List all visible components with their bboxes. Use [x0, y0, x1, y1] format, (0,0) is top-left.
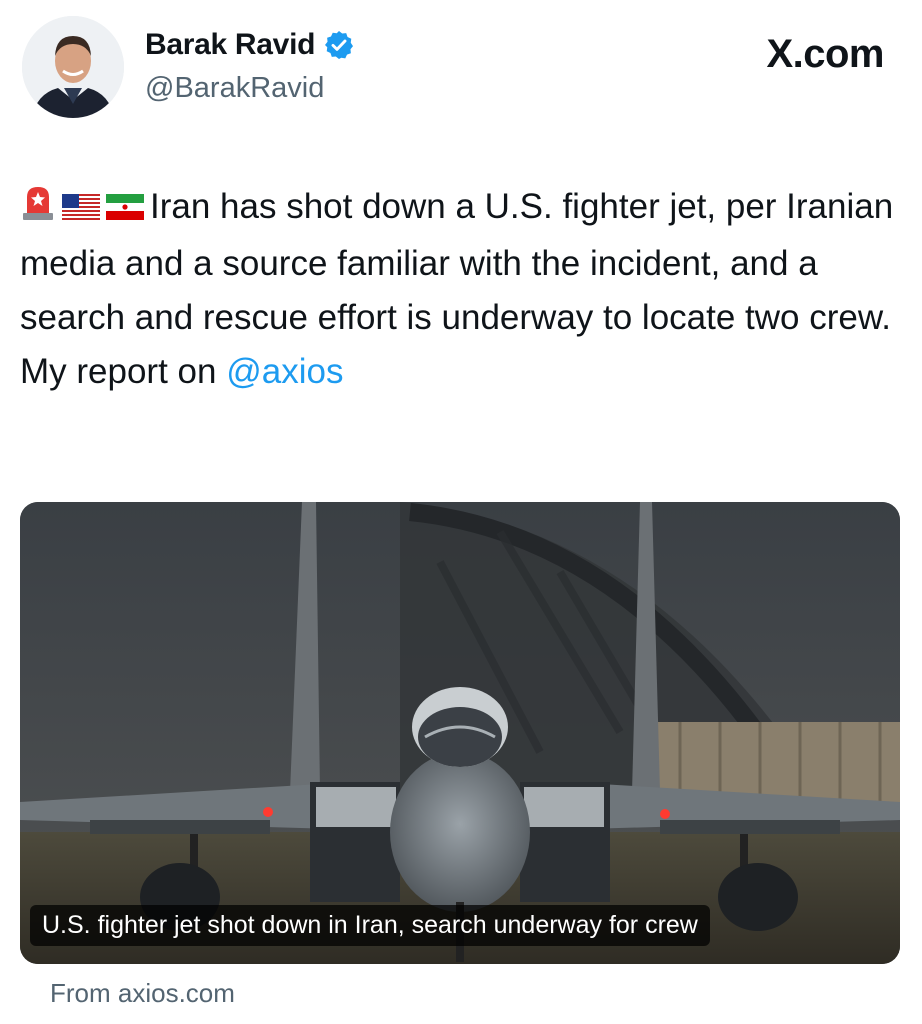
- card-source[interactable]: From axios.com: [50, 978, 235, 1009]
- tweet-header: Barak Ravid @BarakRavid X.com: [0, 0, 922, 130]
- tweet-body: Iran has shot down a U.S. fighter jet, p…: [20, 187, 894, 391]
- link-preview-card[interactable]: U.S. fighter jet shot down in Iran, sear…: [20, 502, 900, 964]
- iran-flag-icon: [106, 182, 144, 236]
- mention-link[interactable]: @axios: [226, 352, 343, 391]
- fighter-jet-photo: [20, 502, 900, 964]
- card-caption: U.S. fighter jet shot down in Iran, sear…: [30, 905, 710, 946]
- tweet-text: Iran has shot down a U.S. fighter jet, p…: [20, 180, 900, 399]
- rotating-light-icon: [20, 181, 56, 237]
- profile-photo-icon: [22, 16, 124, 118]
- author-name-row: Barak Ravid: [145, 28, 355, 62]
- verified-badge-icon: [323, 29, 355, 61]
- author-handle[interactable]: @BarakRavid: [145, 72, 324, 105]
- us-flag-icon: [62, 182, 100, 236]
- author-display-name[interactable]: Barak Ravid: [145, 28, 315, 62]
- avatar[interactable]: [22, 16, 124, 118]
- x-logo-text: X.com: [766, 32, 884, 76]
